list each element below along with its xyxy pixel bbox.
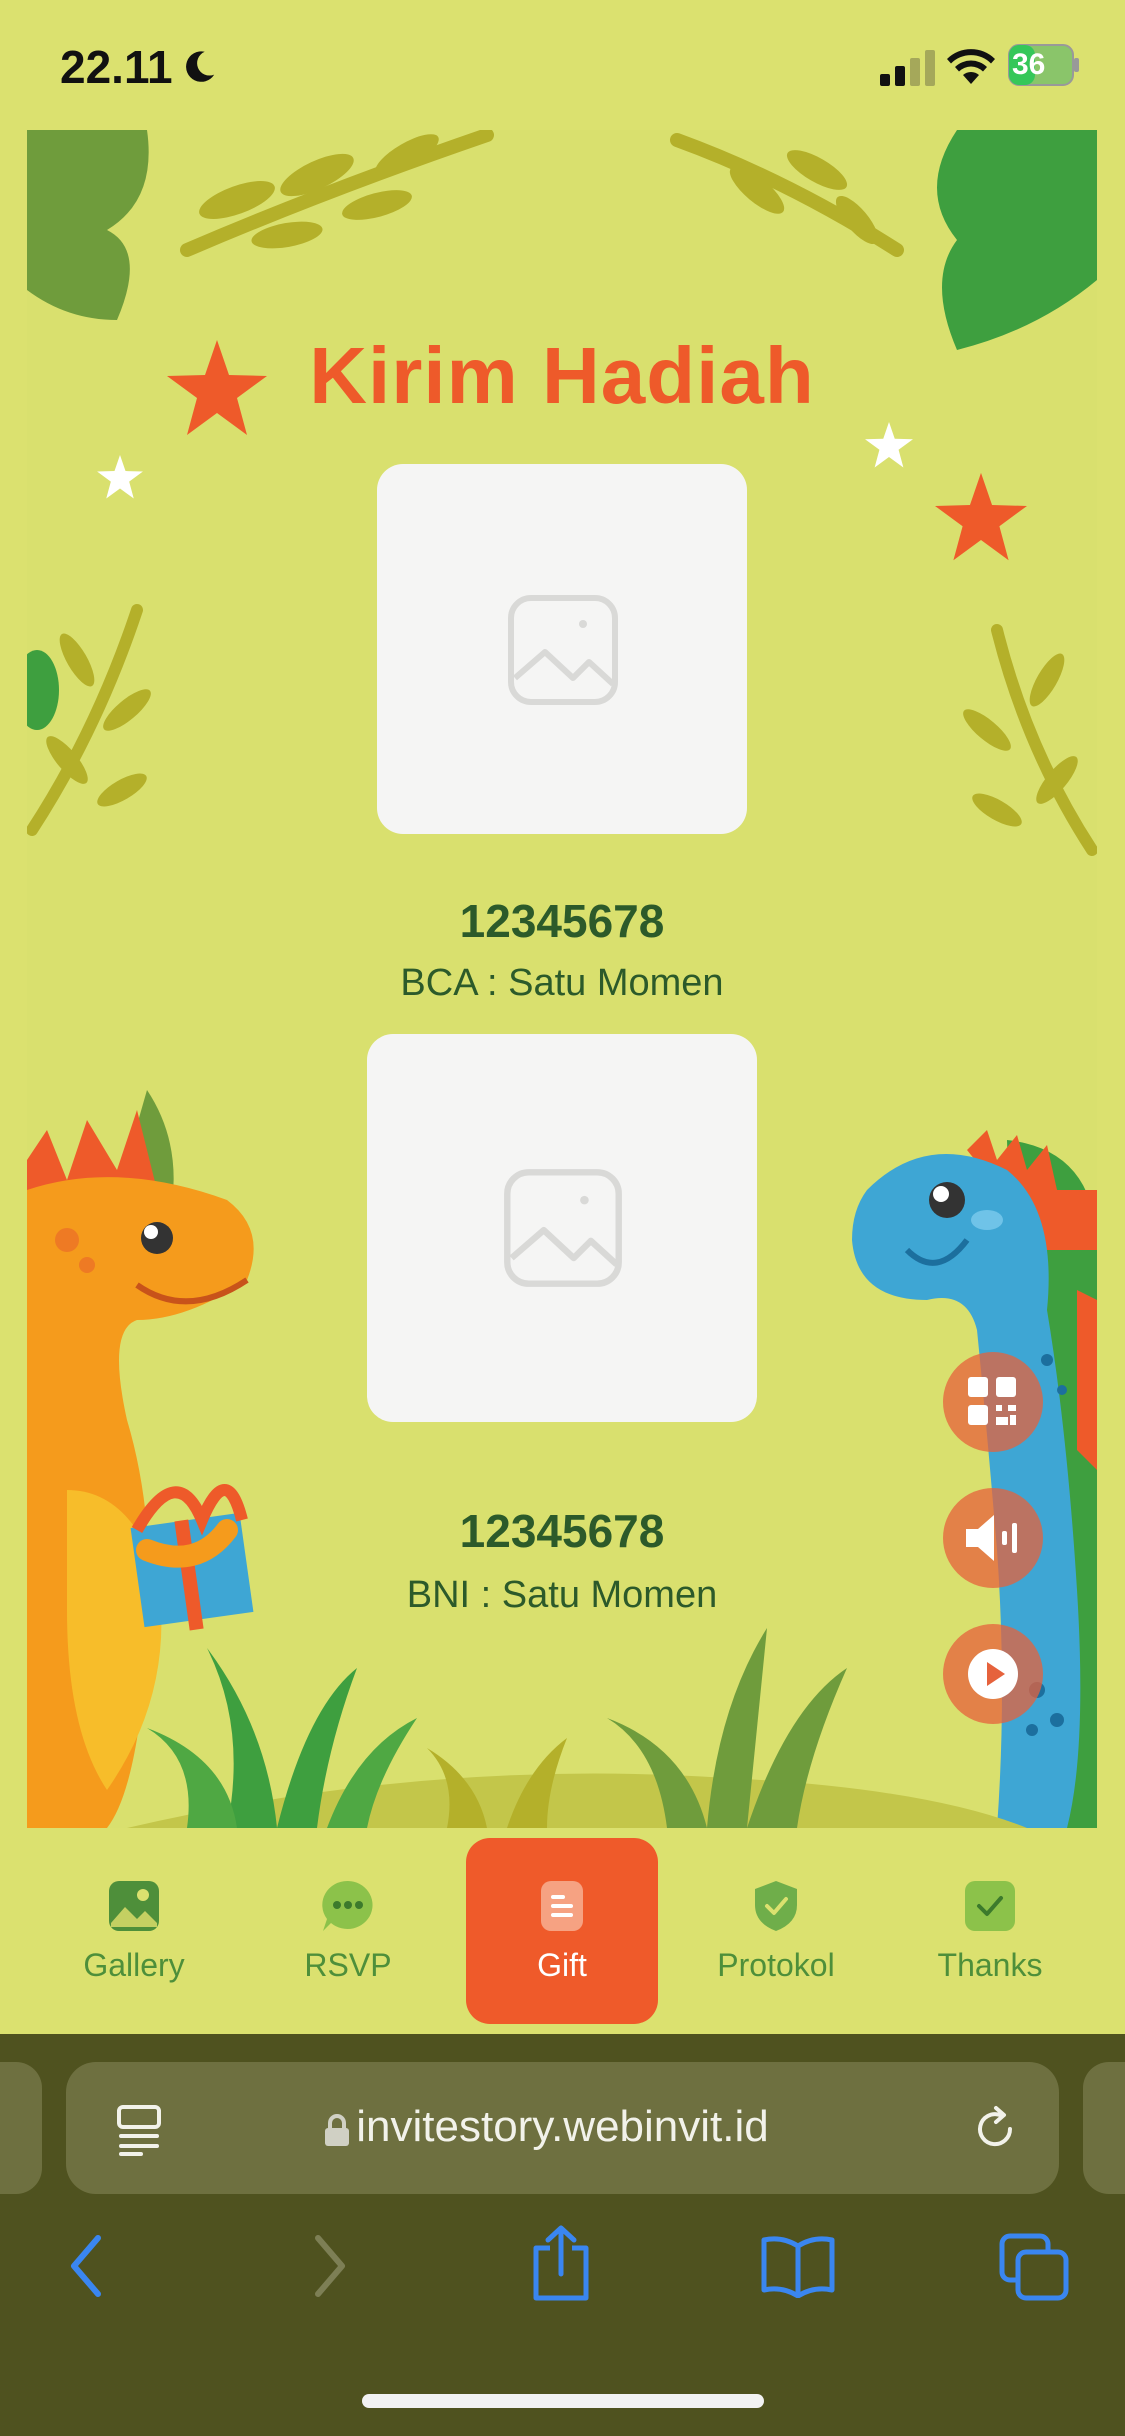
wifi-icon: [947, 49, 995, 84]
reload-icon[interactable]: [970, 2104, 1020, 2154]
gift-section-card: Kirim Hadiah 12345678 BCA : Satu Momen 1…: [27, 130, 1097, 1828]
account-number: 12345678: [459, 1505, 665, 1557]
shield-check-icon: [755, 1880, 797, 1931]
tabs-icon[interactable]: [998, 2232, 1070, 2302]
image-placeholder-icon: [508, 595, 618, 705]
share-icon[interactable]: [530, 2224, 592, 2302]
tab-label: Thanks: [937, 1946, 1043, 1983]
chat-icon: [322, 1880, 373, 1931]
star-decoration-icon: [865, 422, 913, 468]
play-icon: [968, 1649, 1018, 1699]
branch-decoration-icon: [963, 624, 1097, 856]
tab-label: Protokol: [717, 1946, 835, 1983]
star-decoration-icon: [97, 455, 143, 499]
leaf-decoration-icon: [937, 130, 1097, 350]
leaf-decoration-icon: [27, 130, 149, 320]
star-decoration-icon: [935, 472, 1027, 561]
grass-decoration-icon: [127, 1628, 1027, 1828]
next-tab-peek[interactable]: [1083, 2062, 1125, 2194]
bottom-tab-bar: Gallery RSVP Gift Protokol Thanks: [0, 1828, 1125, 2034]
tab-label: Gift: [537, 1946, 587, 1983]
tab-label: Gallery: [83, 1946, 185, 1983]
qr-code-button[interactable]: [943, 1352, 1043, 1452]
qr-code-image: [377, 464, 747, 834]
previous-tab-peek[interactable]: [0, 2062, 42, 2194]
tab-protokol[interactable]: Protokol: [680, 1838, 872, 2024]
bookmarks-icon[interactable]: [760, 2234, 836, 2298]
check-badge-icon: [965, 1880, 1015, 1931]
account-name: BNI : Satu Momen: [406, 1574, 718, 1616]
back-icon[interactable]: [66, 2234, 106, 2298]
branch-decoration-icon: [180, 130, 494, 257]
url-text: invitestory.webinvit.id: [356, 2102, 769, 2151]
browser-toolbar: invitestory.webinvit.id: [0, 2034, 1125, 2436]
image-icon: [109, 1880, 159, 1931]
cellular-signal-icon: [880, 50, 935, 86]
sound-toggle-button[interactable]: [943, 1488, 1043, 1588]
account-name: BCA : Satu Momen: [400, 962, 724, 1004]
home-indicator[interactable]: [362, 2394, 764, 2408]
tab-gift[interactable]: Gift: [466, 1838, 658, 2024]
qr-code-image: [367, 1034, 757, 1422]
gift-list-icon: [541, 1880, 583, 1931]
status-time: 22.11: [60, 41, 173, 93]
forward-icon[interactable]: [310, 2234, 350, 2298]
speaker-icon: [966, 1515, 1017, 1561]
branch-decoration-icon: [670, 133, 904, 257]
tab-rsvp[interactable]: RSVP: [252, 1838, 444, 2024]
play-button[interactable]: [943, 1624, 1043, 1724]
branch-decoration-icon: [27, 604, 151, 836]
tab-thanks[interactable]: Thanks: [894, 1838, 1086, 2024]
address-bar[interactable]: invitestory.webinvit.id: [66, 2062, 1059, 2194]
status-bar: 22.11 36: [0, 0, 1125, 130]
image-placeholder-icon: [504, 1169, 622, 1287]
moon-icon: [186, 51, 215, 82]
tab-gallery[interactable]: Gallery: [38, 1838, 230, 2024]
battery-level: 36: [1012, 48, 1046, 81]
qr-code-icon: [968, 1377, 1016, 1425]
section-title: Kirim Hadiah: [309, 331, 815, 420]
tab-label: RSVP: [304, 1946, 392, 1983]
account-number: 12345678: [459, 895, 665, 947]
